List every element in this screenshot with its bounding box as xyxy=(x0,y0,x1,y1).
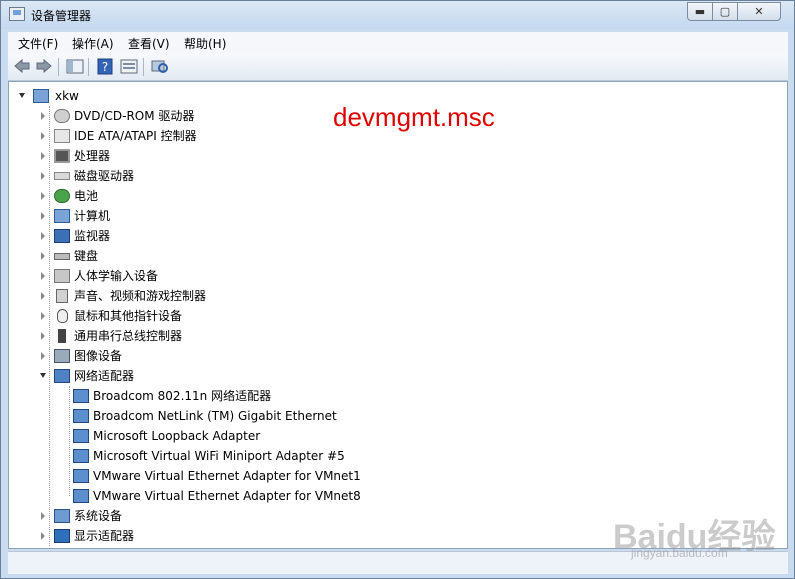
expand-arrow-icon[interactable] xyxy=(41,192,45,200)
tree-item-label: 系统设备 xyxy=(74,509,123,523)
tree-item-label: Broadcom 802.11n 网络适配器 xyxy=(93,389,272,403)
network-card-icon xyxy=(73,429,89,443)
show-hide-tree-icon[interactable] xyxy=(66,58,84,75)
collapse-arrow-icon[interactable] xyxy=(40,373,46,378)
network-adapter-icon xyxy=(54,369,70,383)
tree-item-label: 人体学输入设备 xyxy=(74,269,159,283)
tree-item-label: 计算机 xyxy=(74,209,111,223)
tree-item-label: 键盘 xyxy=(74,249,99,263)
expand-arrow-icon[interactable] xyxy=(41,332,45,340)
tree-item-label: 网络适配器 xyxy=(74,369,135,383)
monitor-icon xyxy=(54,229,70,243)
expand-arrow-icon[interactable] xyxy=(41,352,45,360)
tree-item-label: 处理器 xyxy=(74,149,111,163)
network-card-icon xyxy=(73,409,89,423)
tree-item-label: Microsoft Loopback Adapter xyxy=(93,429,261,443)
network-card-icon xyxy=(73,469,89,483)
expand-arrow-icon[interactable] xyxy=(41,232,45,240)
tree-connector xyxy=(69,386,71,496)
system-devices-icon xyxy=(54,509,70,523)
battery-icon xyxy=(54,189,70,203)
computer-icon xyxy=(33,89,49,103)
expand-arrow-icon[interactable] xyxy=(41,152,45,160)
expand-arrow-icon[interactable] xyxy=(41,112,45,120)
tree-item-label: Microsoft Virtual WiFi Miniport Adapter … xyxy=(93,449,345,463)
tree-item-label: 监视器 xyxy=(74,229,111,243)
network-card-icon xyxy=(73,449,89,463)
hid-icon xyxy=(54,269,70,283)
annotation-text: devmgmt.msc xyxy=(333,102,495,132)
ide-controller-icon xyxy=(54,129,70,143)
menu-file[interactable]: 文件(F) xyxy=(18,35,58,52)
watermark-url: jingyan.baidu.com xyxy=(631,546,728,560)
tree-item-label: VMware Virtual Ethernet Adapter for VMne… xyxy=(93,469,361,483)
menu-help[interactable]: 帮助(H) xyxy=(184,35,226,52)
back-arrow-icon[interactable] xyxy=(13,58,31,75)
toolbar-separator xyxy=(143,58,144,76)
computer-category-icon xyxy=(54,209,70,223)
help-icon[interactable]: ? xyxy=(96,58,114,75)
maximize-button[interactable]: ▢ xyxy=(712,2,738,21)
device-manager-window: 设备管理器 ▬ ▢ ✕ 文件(F) 操作(A) 查看(V) 帮助(H) ? xk… xyxy=(0,0,795,579)
processor-icon xyxy=(54,149,70,163)
title-bar[interactable]: 设备管理器 ▬ ▢ ✕ xyxy=(1,1,794,29)
disk-drive-icon xyxy=(54,172,70,180)
tree-item-label: 鼠标和其他指针设备 xyxy=(74,309,183,323)
network-card-icon xyxy=(73,489,89,503)
device-tree[interactable]: xkw DVD/CD-ROM 驱动器 IDE ATA/ATAPI 控制器 处理器… xyxy=(8,81,788,549)
toolbar-separator xyxy=(88,58,89,76)
display-adapter-icon xyxy=(54,529,70,543)
camera-icon xyxy=(54,349,70,363)
forward-arrow-icon[interactable] xyxy=(35,58,53,75)
close-button[interactable]: ✕ xyxy=(737,2,781,21)
mouse-icon xyxy=(57,309,68,323)
tree-item-label: 通用串行总线控制器 xyxy=(74,329,183,343)
usb-icon xyxy=(58,329,66,343)
properties-icon[interactable] xyxy=(120,58,138,75)
tree-item-label: 磁盘驱动器 xyxy=(74,169,135,183)
device-manager-icon xyxy=(9,7,25,21)
expand-arrow-icon[interactable] xyxy=(41,292,45,300)
tree-item-label: 显示适配器 xyxy=(74,529,135,543)
toolbar: ? xyxy=(8,54,788,81)
collapse-arrow-icon[interactable] xyxy=(19,93,25,98)
expand-arrow-icon[interactable] xyxy=(41,272,45,280)
tree-connector xyxy=(49,106,51,546)
tree-item-label: 电池 xyxy=(74,189,99,203)
expand-arrow-icon[interactable] xyxy=(41,312,45,320)
svg-text:?: ? xyxy=(102,60,108,74)
menu-action[interactable]: 操作(A) xyxy=(72,35,114,52)
tree-item-label: 声音、视频和游戏控制器 xyxy=(74,289,207,303)
tree-item-label: IDE ATA/ATAPI 控制器 xyxy=(74,129,197,143)
disc-drive-icon xyxy=(54,109,70,123)
expand-arrow-icon[interactable] xyxy=(41,212,45,220)
tree-item-label: DVD/CD-ROM 驱动器 xyxy=(74,109,195,123)
keyboard-icon xyxy=(54,253,70,260)
expand-arrow-icon[interactable] xyxy=(41,512,45,520)
tree-item-label: 图像设备 xyxy=(74,349,123,363)
tree-item-label: Broadcom NetLink (TM) Gigabit Ethernet xyxy=(93,409,337,423)
sound-icon xyxy=(56,289,68,303)
tree-root-label: xkw xyxy=(55,89,79,103)
minimize-button[interactable]: ▬ xyxy=(687,2,713,21)
expand-arrow-icon[interactable] xyxy=(41,172,45,180)
scan-hardware-icon[interactable] xyxy=(151,58,169,75)
tree-item-label: VMware Virtual Ethernet Adapter for VMne… xyxy=(93,489,361,503)
toolbar-separator xyxy=(58,58,59,76)
expand-arrow-icon[interactable] xyxy=(41,132,45,140)
expand-arrow-icon[interactable] xyxy=(41,252,45,260)
menu-view[interactable]: 查看(V) xyxy=(128,35,170,52)
menu-bar: 文件(F) 操作(A) 查看(V) 帮助(H) xyxy=(8,32,788,54)
expand-arrow-icon[interactable] xyxy=(41,532,45,540)
window-title: 设备管理器 xyxy=(31,9,92,23)
network-card-icon xyxy=(73,389,89,403)
